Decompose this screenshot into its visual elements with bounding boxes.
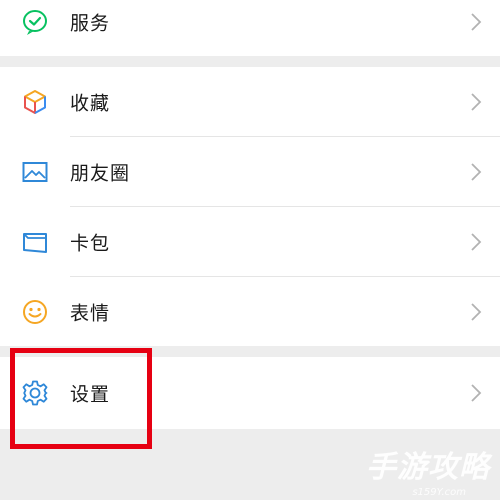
features-group: 收藏 朋友圈 卡包 表情 bbox=[0, 67, 500, 346]
watermark: 手游攻略 bbox=[366, 450, 490, 485]
services-check-icon bbox=[21, 8, 49, 36]
favorites-cube-icon bbox=[21, 88, 49, 116]
menu-item-favorites[interactable]: 收藏 bbox=[0, 67, 500, 137]
menu-item-cards[interactable]: 卡包 bbox=[0, 207, 500, 277]
menu-item-label: 卡包 bbox=[70, 232, 111, 255]
chevron-right-icon bbox=[470, 12, 482, 32]
menu-item-moments[interactable]: 朋友圈 bbox=[0, 137, 500, 207]
chevron-right-icon bbox=[470, 383, 482, 403]
chevron-right-icon bbox=[470, 302, 482, 322]
menu-item-label: 服务 bbox=[70, 12, 111, 35]
chevron-right-icon bbox=[470, 162, 482, 182]
chevron-right-icon bbox=[470, 92, 482, 112]
menu-item-label: 表情 bbox=[70, 302, 111, 325]
moments-picture-icon bbox=[21, 158, 49, 186]
watermark-site: s159Y.com bbox=[412, 487, 466, 498]
menu-item-label: 收藏 bbox=[70, 92, 111, 115]
card-wallet-icon bbox=[21, 228, 49, 256]
services-group: 服务 bbox=[0, 0, 500, 56]
menu-item-label: 朋友圈 bbox=[70, 162, 131, 185]
menu-item-stickers[interactable]: 表情 bbox=[0, 277, 500, 347]
chevron-right-icon bbox=[470, 232, 482, 252]
sticker-smile-icon bbox=[21, 298, 49, 326]
menu-item-services[interactable]: 服务 bbox=[0, 0, 500, 57]
highlight-box bbox=[10, 348, 152, 449]
